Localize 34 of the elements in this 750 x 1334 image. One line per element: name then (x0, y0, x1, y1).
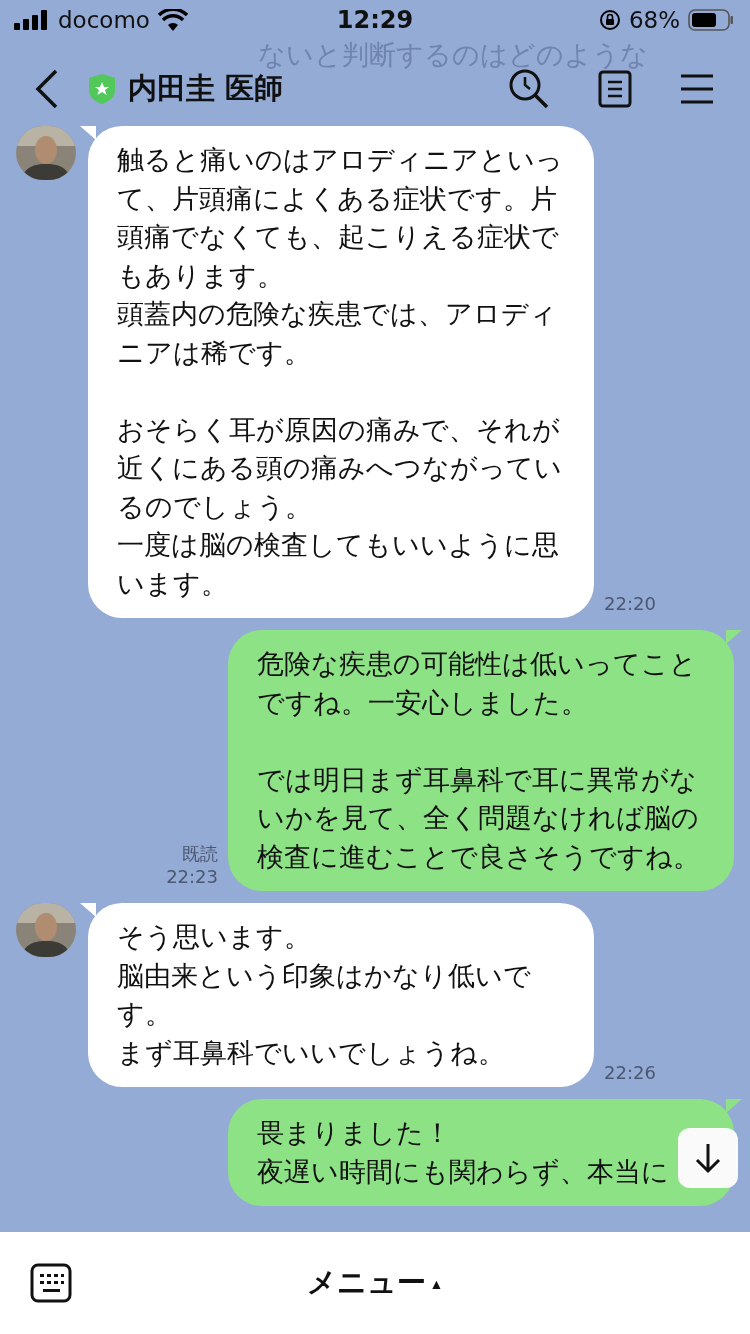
scroll-down-button[interactable] (678, 1128, 738, 1188)
message-time: 22:20 (604, 593, 656, 614)
battery-percent: 68% (628, 7, 680, 33)
message-text: 一度は脳の検査してもいいように思います。 (117, 529, 560, 601)
message-text: 脳由来という印象はかなり低いです。 (117, 959, 532, 1031)
back-icon[interactable] (34, 69, 60, 109)
clock-time: 12:29 (336, 6, 414, 34)
message-text: 危険な疾患の可能性は低いってことですね。一安心しました。 (257, 648, 698, 720)
message-text: 畏まりました！ (257, 1117, 452, 1150)
read-receipt: 既読 (182, 842, 218, 866)
notes-icon[interactable] (598, 70, 632, 108)
down-arrow-icon (694, 1142, 722, 1174)
avatar[interactable] (16, 903, 76, 957)
signal-icon (14, 10, 50, 30)
search-icon[interactable] (508, 68, 550, 110)
message-text: 夜遅い時間にも関わらず、本当に (257, 1155, 670, 1189)
wifi-icon (157, 9, 188, 31)
message-text: 頭蓋内の危険な疾患では、アロディニアは稀です。 (117, 298, 558, 370)
message-text: そう思います。 (117, 921, 312, 954)
chat-title: 内田圭 医師 (128, 70, 284, 107)
message-text: では明日まず耳鼻科で耳に異常がないかを見て、全く問題なければ脳の検査に進むことで良さそうですね。 (257, 763, 701, 874)
message-time: 22:23 (166, 866, 218, 887)
rotation-lock-icon (598, 9, 621, 31)
keyboard-icon[interactable] (30, 1263, 72, 1303)
avatar[interactable] (16, 126, 76, 180)
message-text: 触ると痛いのはアロディニアといって、片頭痛によくある症状です。片頭痛でなくても、起こりえる症状でもあります。 (117, 144, 564, 293)
menu-button[interactable]: メニュー▲ (306, 1263, 444, 1303)
message-text: おそらく耳が原因の痛みで、それが近くにある頭の痛みへつながっているのでしょう。 (117, 413, 563, 524)
message-time: 22:26 (604, 1062, 656, 1083)
shield-star-icon (88, 73, 116, 105)
carrier-name: docomo (58, 7, 150, 33)
message-text: まず耳鼻科でいいでしょうね。 (117, 1036, 506, 1070)
battery-icon (688, 9, 734, 31)
menu-icon[interactable] (680, 74, 714, 104)
